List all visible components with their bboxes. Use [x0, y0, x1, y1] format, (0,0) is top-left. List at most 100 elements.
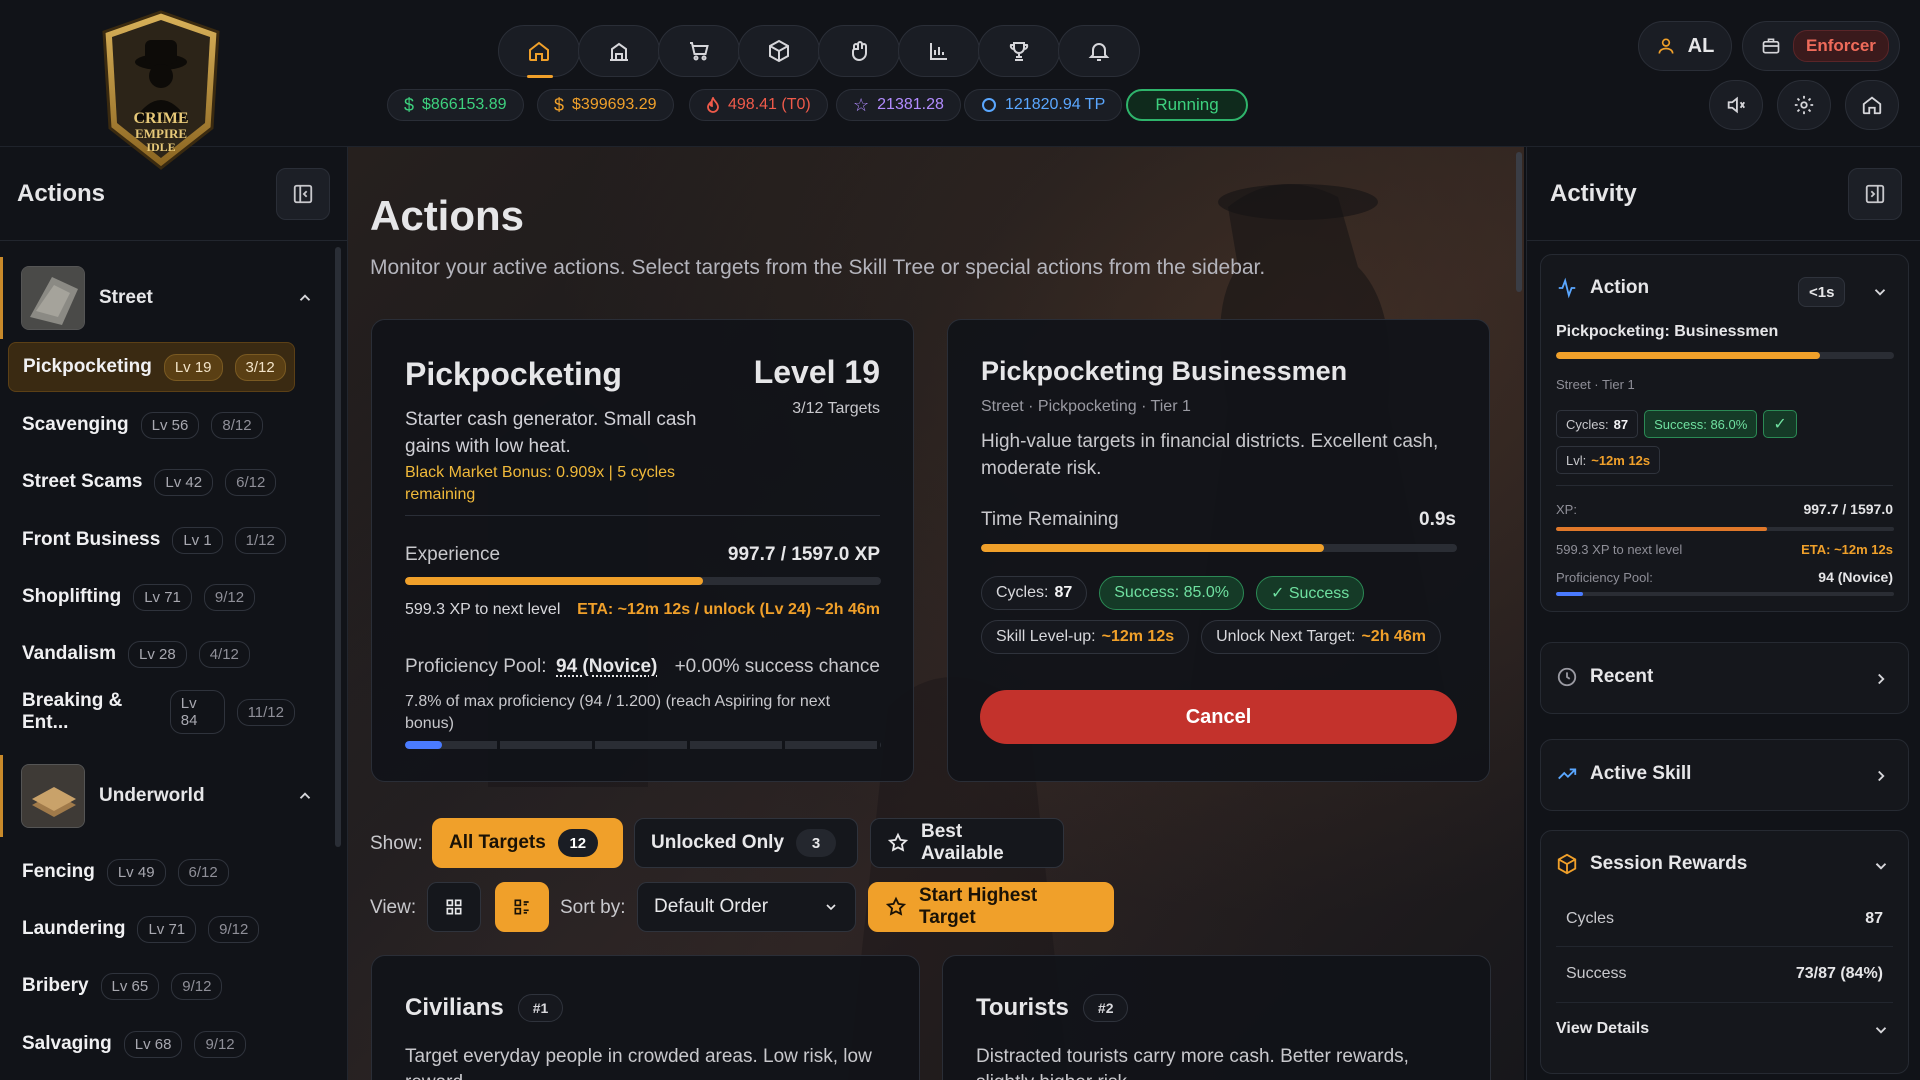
- reward-success-label: Success: [1566, 965, 1627, 982]
- level-eta-badge: Lvl: ~12m 12s: [1556, 446, 1661, 474]
- sidebar-item-breaking-entering[interactable]: Breaking & Ent... Lv 84 11/12: [8, 687, 295, 737]
- tp-stat: 121820.94 TP: [964, 89, 1123, 121]
- sidebar-item-laundering[interactable]: Laundering Lv 71 9/12: [8, 904, 295, 954]
- list-view-button[interactable]: [495, 882, 549, 932]
- heat-stat: 498.41 (T0): [689, 89, 828, 121]
- filter-all-targets[interactable]: All Targets 12: [432, 818, 623, 868]
- nav-achievements-button[interactable]: [978, 25, 1060, 77]
- mute-button[interactable]: [1709, 80, 1763, 130]
- time-remaining-label: Time Remaining: [981, 509, 1119, 530]
- target-card-tourists[interactable]: Tourists #2 Distracted tourists carry mo…: [942, 955, 1491, 1080]
- unlock-eta-pill: Unlock Next Target: ~2h 46m: [1201, 620, 1441, 654]
- sidebar-item-vandalism[interactable]: Vandalism Lv 28 4/12: [8, 629, 295, 679]
- home-button[interactable]: [1845, 80, 1899, 130]
- home-icon: [1861, 94, 1883, 116]
- activity-title: Activity: [1550, 179, 1637, 207]
- nav-stats-button[interactable]: [898, 25, 980, 77]
- game-logo: CRIME EMPIRE IDLE: [100, 10, 222, 170]
- sidebar-item-salvaging[interactable]: Salvaging Lv 68 9/12: [8, 1019, 295, 1069]
- chevron-down-icon[interactable]: [1871, 283, 1889, 301]
- target-card-civilians[interactable]: Civilians #1 Target everyday people in c…: [371, 955, 920, 1080]
- nav-notifications-button[interactable]: [1058, 25, 1140, 77]
- xp-to-next: 599.3 XP to next level: [405, 601, 561, 618]
- collapse-activity-button[interactable]: [1848, 167, 1902, 220]
- role-button[interactable]: Enforcer: [1742, 21, 1900, 71]
- proficiency-value[interactable]: 94 (Novice): [556, 656, 657, 678]
- active-skill-section[interactable]: Active Skill: [1540, 739, 1909, 811]
- nav-inventory-button[interactable]: [738, 25, 820, 77]
- experience-value: 997.7 / 1597.0 XP: [727, 544, 880, 565]
- reward-cycles-label: Cycles: [1566, 910, 1615, 927]
- start-highest-target-button[interactable]: Start Highest Target: [868, 882, 1114, 932]
- sidebar-item-scavenging[interactable]: Scavenging Lv 56 8/12: [8, 400, 295, 450]
- time-remaining-bar: [981, 544, 1457, 552]
- target-eta-row: Skill Level-up: ~12m 12s Unlock Next Targ…: [981, 620, 1441, 654]
- proficiency-note: 7.8% of max proficiency (94 / 1.200) (re…: [405, 693, 831, 732]
- chart-icon: [927, 39, 951, 63]
- target-path: Street · Pickpocketing · Tier 1: [981, 398, 1191, 415]
- box-icon: [1556, 853, 1578, 875]
- divider: [1556, 485, 1893, 486]
- cancel-action-button[interactable]: Cancel: [980, 690, 1457, 744]
- view-details-button[interactable]: View Details: [1556, 1020, 1649, 1038]
- check-icon: ✓: [1763, 410, 1797, 438]
- running-status-badge[interactable]: Running: [1126, 89, 1248, 121]
- nav-shop-button[interactable]: [658, 25, 740, 77]
- proficiency-bonus: +0.00% success chance: [674, 656, 880, 677]
- dollar-icon: $: [404, 94, 415, 115]
- grid-view-button[interactable]: [427, 882, 481, 932]
- chevron-down-icon[interactable]: [1872, 857, 1890, 875]
- xp-bar-fill: [1556, 527, 1768, 531]
- nav-combat-button[interactable]: [818, 25, 900, 77]
- rank-badge: #1: [517, 994, 564, 1022]
- sidebar-item-shoplifting[interactable]: Shoplifting Lv 71 9/12: [8, 572, 295, 622]
- xp-bar: [1556, 527, 1894, 531]
- star-icon: [887, 832, 909, 854]
- sidebar-item-pickpocketing[interactable]: Pickpocketing Lv 19 3/12: [8, 342, 295, 392]
- proficiency-bar-fill: [1556, 592, 1584, 596]
- trending-up-icon: [1556, 763, 1578, 785]
- xp-label: XP:: [1556, 502, 1577, 517]
- street-thumbnail: [21, 266, 85, 330]
- page-title: Actions: [370, 192, 525, 239]
- briefcase-icon: [1761, 36, 1781, 56]
- current-action-card: Action <1s Pickpocketing: Businessmen St…: [1540, 254, 1909, 612]
- recent-section[interactable]: Recent: [1540, 642, 1909, 714]
- category-street[interactable]: Street: [0, 257, 338, 339]
- sidebar-item-bribery[interactable]: Bribery Lv 65 9/12: [8, 961, 295, 1011]
- filter-unlocked-only[interactable]: Unlocked Only 3: [634, 818, 858, 868]
- divider: [1556, 946, 1893, 947]
- last-result-pill: ✓ Success: [1255, 576, 1365, 610]
- sort-select[interactable]: Default Order: [637, 882, 856, 932]
- collapse-sidebar-button[interactable]: [276, 167, 330, 220]
- gear-icon: [1793, 94, 1815, 116]
- filter-best-available[interactable]: Best Available: [870, 818, 1064, 868]
- sidebar-title: Actions: [17, 179, 106, 207]
- sidebar-item-front-business[interactable]: Front Business Lv 1 1/12: [8, 515, 295, 565]
- chevron-down-icon[interactable]: [1872, 1021, 1890, 1039]
- sort-label: Sort by:: [560, 897, 626, 918]
- chevron-up-icon: [296, 289, 314, 307]
- sidebar-item-fencing[interactable]: Fencing Lv 49 6/12: [8, 847, 295, 897]
- flame-icon: [706, 97, 720, 113]
- nav-properties-button[interactable]: [578, 25, 660, 77]
- activity-header: Activity: [1527, 147, 1920, 241]
- nav-home-button[interactable]: [498, 25, 580, 78]
- time-remaining-bar-fill: [981, 544, 1324, 552]
- settings-button[interactable]: [1777, 80, 1831, 130]
- user-profile-button[interactable]: AL: [1638, 21, 1732, 71]
- sidebar-scrollbar[interactable]: [335, 247, 341, 847]
- experience-label: Experience: [405, 544, 501, 565]
- dollar-icon: $: [554, 94, 565, 115]
- role-badge: Enforcer: [1793, 30, 1889, 62]
- proficiency-bar: [1556, 592, 1894, 596]
- black-market-bonus: Black Market Bonus: 0.909x | 5 cycles re…: [405, 464, 676, 503]
- sidebar-item-street-scams[interactable]: Street Scams Lv 42 6/12: [8, 457, 295, 507]
- divider: [405, 515, 880, 516]
- main-scrollbar[interactable]: [1516, 152, 1522, 292]
- category-underworld[interactable]: Underworld: [0, 755, 338, 837]
- list-icon: [512, 897, 532, 917]
- star-icon: [885, 896, 907, 918]
- proficiency-label: Proficiency Pool:: [405, 656, 547, 677]
- underworld-thumbnail: [21, 764, 85, 828]
